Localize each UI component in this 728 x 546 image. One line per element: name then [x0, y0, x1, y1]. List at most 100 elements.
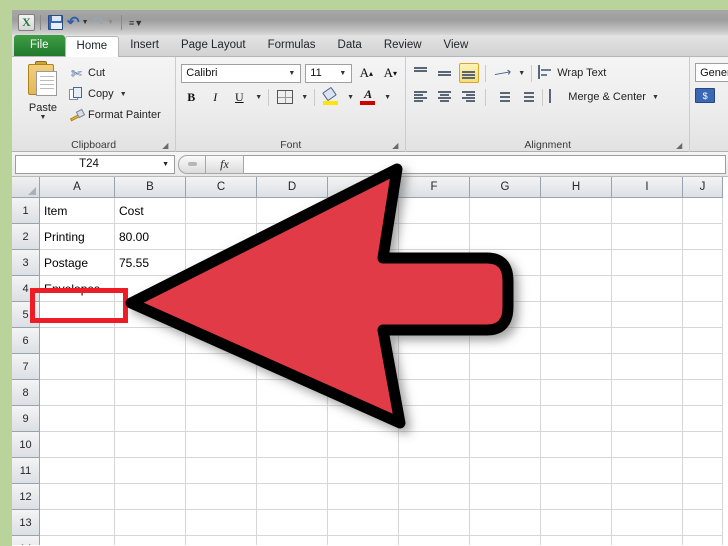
cell-j12[interactable]: [683, 484, 723, 510]
borders-chevron-down-icon[interactable]: ▼: [301, 94, 308, 101]
increase-indent-button[interactable]: [516, 87, 536, 107]
cell-g10[interactable]: [470, 432, 541, 458]
cell-g9[interactable]: [470, 406, 541, 432]
cell-b10[interactable]: [115, 432, 186, 458]
cell-d5[interactable]: [257, 302, 328, 328]
cell-d9[interactable]: [257, 406, 328, 432]
cell-b2[interactable]: 80.00: [115, 224, 186, 250]
cell-j10[interactable]: [683, 432, 723, 458]
row-header-7[interactable]: 7: [12, 354, 40, 380]
cell-h13[interactable]: [541, 510, 612, 536]
cell-f10[interactable]: [399, 432, 470, 458]
cell-f1[interactable]: [399, 198, 470, 224]
tab-data[interactable]: Data: [327, 35, 373, 56]
alignment-dialog-launcher[interactable]: ◢: [676, 141, 685, 150]
cell-h3[interactable]: [541, 250, 612, 276]
copy-button[interactable]: Copy ▼: [69, 85, 170, 103]
cell-g5[interactable]: [470, 302, 541, 328]
cell-i6[interactable]: [612, 328, 683, 354]
cell-e12[interactable]: [328, 484, 399, 510]
cell-i7[interactable]: [612, 354, 683, 380]
merge-center-chevron-down-icon[interactable]: ▼: [652, 94, 659, 101]
cell-g1[interactable]: [470, 198, 541, 224]
cell-b3[interactable]: 75.55: [115, 250, 186, 276]
cell-f3[interactable]: [399, 250, 470, 276]
row-header-6[interactable]: 6: [12, 328, 40, 354]
cell-f13[interactable]: [399, 510, 470, 536]
cell-g7[interactable]: [470, 354, 541, 380]
cell-d12[interactable]: [257, 484, 328, 510]
cell-j9[interactable]: [683, 406, 723, 432]
cell-c11[interactable]: [186, 458, 257, 484]
cell-e13[interactable]: [328, 510, 399, 536]
cell-i11[interactable]: [612, 458, 683, 484]
row-header-4[interactable]: 4: [12, 276, 40, 302]
copy-chevron-down-icon[interactable]: ▼: [120, 91, 127, 98]
cell-i13[interactable]: [612, 510, 683, 536]
cell-e1[interactable]: [328, 198, 399, 224]
cell-j1[interactable]: [683, 198, 723, 224]
cell-i9[interactable]: [612, 406, 683, 432]
cell-b4[interactable]: [115, 276, 186, 302]
cell-b8[interactable]: [115, 380, 186, 406]
cell-f6[interactable]: [399, 328, 470, 354]
tab-file[interactable]: File: [14, 35, 65, 56]
format-painter-button[interactable]: Format Painter: [69, 106, 170, 124]
cell-c14[interactable]: [186, 536, 257, 545]
number-format-combo[interactable]: General: [695, 63, 728, 82]
font-name-chevron-down-icon[interactable]: ▼: [285, 70, 298, 77]
decrease-indent-button[interactable]: [492, 87, 512, 107]
align-top-button[interactable]: [411, 63, 431, 83]
cell-e3[interactable]: [328, 250, 399, 276]
orientation-button[interactable]: ⟶: [492, 63, 512, 83]
cell-h9[interactable]: [541, 406, 612, 432]
cell-d4[interactable]: [257, 276, 328, 302]
cell-a6[interactable]: [40, 328, 115, 354]
cell-j4[interactable]: [683, 276, 723, 302]
cell-f7[interactable]: [399, 354, 470, 380]
orientation-chevron-down-icon[interactable]: ▼: [518, 70, 525, 77]
cell-e9[interactable]: [328, 406, 399, 432]
cell-a1[interactable]: Item: [40, 198, 115, 224]
cell-j2[interactable]: [683, 224, 723, 250]
cell-g6[interactable]: [470, 328, 541, 354]
cell-g4[interactable]: [470, 276, 541, 302]
align-center-button[interactable]: [435, 87, 455, 107]
cell-f2[interactable]: [399, 224, 470, 250]
cell-i3[interactable]: [612, 250, 683, 276]
cell-h7[interactable]: [541, 354, 612, 380]
row-header-9[interactable]: 9: [12, 406, 40, 432]
cell-b14[interactable]: [115, 536, 186, 545]
cell-c2[interactable]: [186, 224, 257, 250]
row-header-14[interactable]: 14: [12, 536, 40, 545]
column-header-b[interactable]: B: [115, 177, 186, 198]
cell-g8[interactable]: [470, 380, 541, 406]
tab-home[interactable]: Home: [64, 36, 120, 57]
cell-j6[interactable]: [683, 328, 723, 354]
cell-a14[interactable]: [40, 536, 115, 545]
column-header-e[interactable]: E: [328, 177, 399, 198]
cell-i5[interactable]: [612, 302, 683, 328]
row-header-11[interactable]: 11: [12, 458, 40, 484]
cell-e8[interactable]: [328, 380, 399, 406]
cell-j11[interactable]: [683, 458, 723, 484]
cell-e11[interactable]: [328, 458, 399, 484]
font-dialog-launcher[interactable]: ◢: [392, 141, 401, 150]
wrap-text-button[interactable]: Wrap Text: [538, 64, 606, 82]
cell-i12[interactable]: [612, 484, 683, 510]
font-name-combo[interactable]: Calibri ▼: [181, 63, 302, 83]
row-header-13[interactable]: 13: [12, 510, 40, 536]
undo-chevron-down-icon[interactable]: ▼: [82, 19, 89, 26]
row-header-8[interactable]: 8: [12, 380, 40, 406]
cell-b9[interactable]: [115, 406, 186, 432]
cell-h4[interactable]: [541, 276, 612, 302]
cell-f9[interactable]: [399, 406, 470, 432]
cell-i2[interactable]: [612, 224, 683, 250]
cell-j14[interactable]: [683, 536, 723, 545]
align-bottom-button[interactable]: [459, 63, 480, 83]
underline-button[interactable]: U: [229, 87, 249, 107]
cell-e5[interactable]: [328, 302, 399, 328]
cell-h10[interactable]: [541, 432, 612, 458]
cell-d1[interactable]: [257, 198, 328, 224]
tab-insert[interactable]: Insert: [119, 35, 170, 56]
